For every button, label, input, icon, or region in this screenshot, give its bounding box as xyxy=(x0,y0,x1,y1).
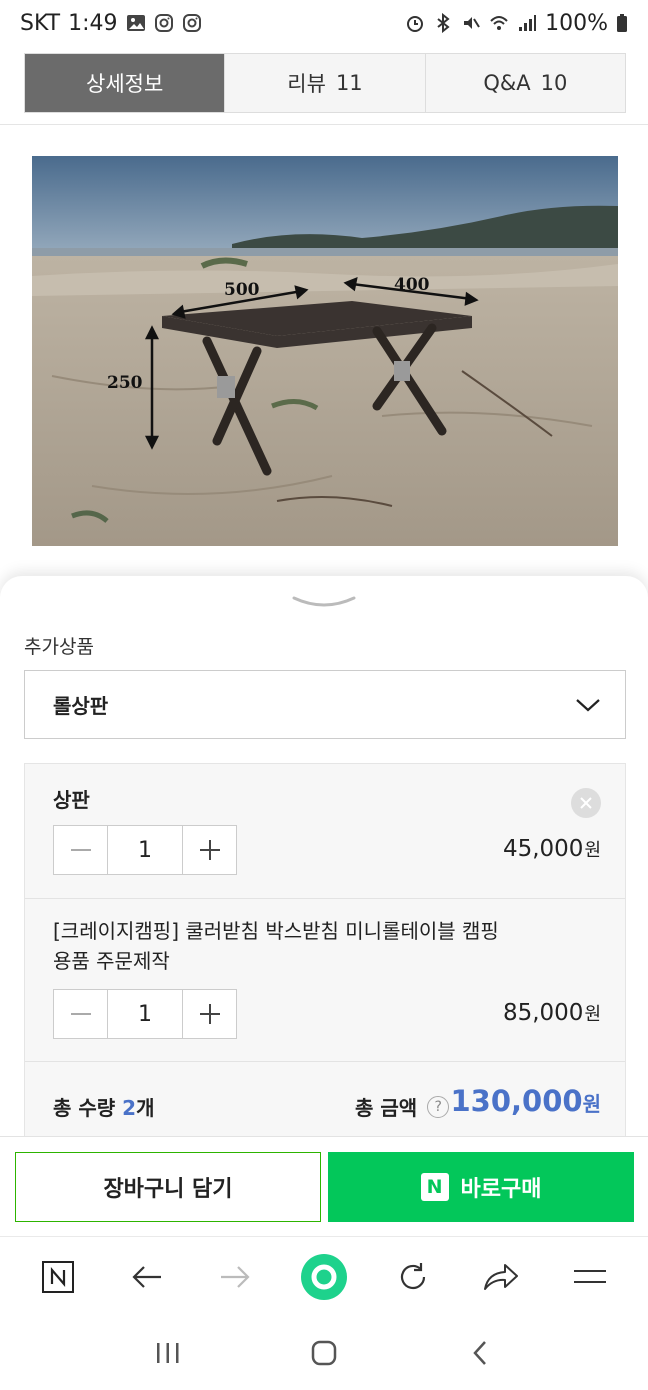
remove-item-button[interactable] xyxy=(571,788,601,818)
tab-reviews-label: 리뷰 xyxy=(287,72,326,96)
add-to-cart-label: 장바구니 담기 xyxy=(103,1177,233,1202)
image-icon xyxy=(126,15,145,31)
help-icon[interactable]: ? xyxy=(427,1095,450,1118)
mute-icon xyxy=(464,17,480,29)
battery-label: 100% xyxy=(545,10,608,36)
dimension-width-label: 500 xyxy=(224,280,260,300)
forward-button[interactable] xyxy=(209,1251,261,1303)
home-icon xyxy=(311,1340,337,1366)
clock: 1:49 xyxy=(68,10,118,36)
tab-details-label: 상세정보 xyxy=(86,72,164,96)
selected-item: 상판 1 45,000원 xyxy=(25,764,625,899)
total-amount-label-group: 총 금액 ? xyxy=(355,1092,450,1121)
item-price-value: 45,000 xyxy=(502,836,584,862)
item-name: 상판 xyxy=(53,788,90,812)
refresh-button[interactable] xyxy=(387,1251,439,1303)
share-icon xyxy=(484,1263,519,1290)
total-quantity: 총 수량 2개 xyxy=(53,1092,154,1121)
buy-now-label: 바로구매 xyxy=(460,1177,542,1202)
minus-icon xyxy=(70,1013,91,1015)
selected-option-text: 롤상판 xyxy=(53,694,109,718)
wifi-icon xyxy=(490,16,508,30)
quantity-stepper: 1 xyxy=(53,825,237,875)
recent-apps-icon xyxy=(157,1343,179,1363)
system-nav-bar xyxy=(0,1316,648,1390)
status-bar: SKT 1:49 100% xyxy=(0,0,648,46)
sheet-handle[interactable] xyxy=(292,594,356,616)
system-back-button[interactable] xyxy=(458,1331,502,1375)
increase-button[interactable] xyxy=(183,826,236,874)
total-amount-label: 총 금액 xyxy=(355,1096,418,1120)
plus-icon xyxy=(199,840,220,860)
selected-items-list: 상판 1 45,000원 [크레이지캠핑] 쿨러받침 박스받침 미니롤테이블 캠… xyxy=(24,763,626,1143)
naver-icon xyxy=(42,1260,75,1293)
naver-icon: N xyxy=(420,1173,449,1201)
menu-button[interactable] xyxy=(564,1251,616,1303)
back-arrow-icon xyxy=(132,1265,161,1288)
battery-icon xyxy=(617,14,627,32)
buy-now-button[interactable]: N 바로구매 xyxy=(328,1152,634,1222)
share-button[interactable] xyxy=(475,1251,527,1303)
item-price-value: 85,000 xyxy=(502,1000,584,1026)
signal-icon xyxy=(519,15,537,31)
option-select[interactable]: 롤상판 xyxy=(24,670,626,739)
close-icon xyxy=(580,797,592,809)
recent-apps-button[interactable] xyxy=(146,1331,190,1375)
minus-icon xyxy=(70,849,91,851)
back-icon xyxy=(473,1341,486,1365)
item-name-line1: [크레이지캠핑] 쿨러받침 박스받침 미니롤테이블 캠핑 xyxy=(53,919,499,943)
plus-icon xyxy=(199,1004,220,1024)
quantity-value[interactable]: 1 xyxy=(107,826,183,874)
tab-reviews[interactable]: 리뷰 11 xyxy=(225,54,426,112)
detail-tabs: 상세정보 리뷰 11 Q&A 10 xyxy=(24,53,626,113)
instagram-icon xyxy=(182,14,201,32)
total-amount-value: 130,000 xyxy=(450,1084,583,1118)
tab-reviews-count: 11 xyxy=(335,71,363,95)
total-amount: 130,000원 xyxy=(451,1084,602,1118)
total-quantity-label: 총 수량 xyxy=(53,1096,116,1120)
decrease-button[interactable] xyxy=(54,826,107,874)
menu-icon xyxy=(573,1269,606,1283)
green-circle-icon xyxy=(300,1253,347,1300)
purchase-action-bar: 장바구니 담기 N 바로구매 xyxy=(0,1136,648,1236)
quantity-stepper: 1 xyxy=(53,989,237,1039)
bluetooth-icon xyxy=(437,13,450,33)
currency-unit: 원 xyxy=(584,1004,601,1025)
total-quantity-value: 2 xyxy=(122,1096,137,1120)
alarm-icon xyxy=(407,16,424,32)
back-button[interactable] xyxy=(121,1251,173,1303)
browser-toolbar xyxy=(0,1236,648,1316)
product-photo: 250 500 400 xyxy=(32,156,618,546)
tab-qna-count: 10 xyxy=(540,71,568,95)
green-dot-button[interactable] xyxy=(298,1251,350,1303)
tab-details[interactable]: 상세정보 xyxy=(25,54,226,112)
refresh-icon xyxy=(400,1262,425,1289)
item-name-line2: 용품 주문제작 xyxy=(53,949,170,973)
purchase-sheet: 추가상품 롤상판 상판 1 45,000원 [크레이지캠핑] 쿨러받침 박스받침… xyxy=(0,576,648,1143)
chevron-down-icon xyxy=(292,596,356,607)
selected-item: [크레이지캠핑] 쿨러받침 박스받침 미니롤테이블 캠핑 용품 주문제작 1 8… xyxy=(25,899,625,1062)
decrease-button[interactable] xyxy=(54,990,107,1038)
currency-unit: 원 xyxy=(584,840,601,861)
currency-unit: 원 xyxy=(582,1092,601,1116)
item-price: 85,000원 xyxy=(503,1000,601,1026)
forward-arrow-icon xyxy=(221,1265,250,1288)
increase-button[interactable] xyxy=(183,990,236,1038)
tab-qna[interactable]: Q&A 10 xyxy=(425,54,625,112)
total-quantity-unit: 개 xyxy=(136,1096,155,1120)
add-to-cart-button[interactable]: 장바구니 담기 xyxy=(15,1152,321,1222)
instagram-icon xyxy=(154,14,173,32)
additional-products-label: 추가상품 xyxy=(24,636,94,658)
dimension-height-label: 250 xyxy=(107,373,143,393)
tab-qna-label: Q&A xyxy=(483,71,531,95)
naver-home-button[interactable] xyxy=(32,1251,84,1303)
chevron-down-icon xyxy=(576,698,600,711)
dimension-depth-label: 400 xyxy=(394,275,430,295)
quantity-value[interactable]: 1 xyxy=(107,990,183,1038)
home-button[interactable] xyxy=(302,1331,346,1375)
carrier-label: SKT xyxy=(20,10,61,36)
tabs-divider xyxy=(0,124,648,125)
item-price: 45,000원 xyxy=(503,836,601,862)
total-row: 총 수량 2개 총 금액 ? 130,000원 xyxy=(25,1062,625,1142)
